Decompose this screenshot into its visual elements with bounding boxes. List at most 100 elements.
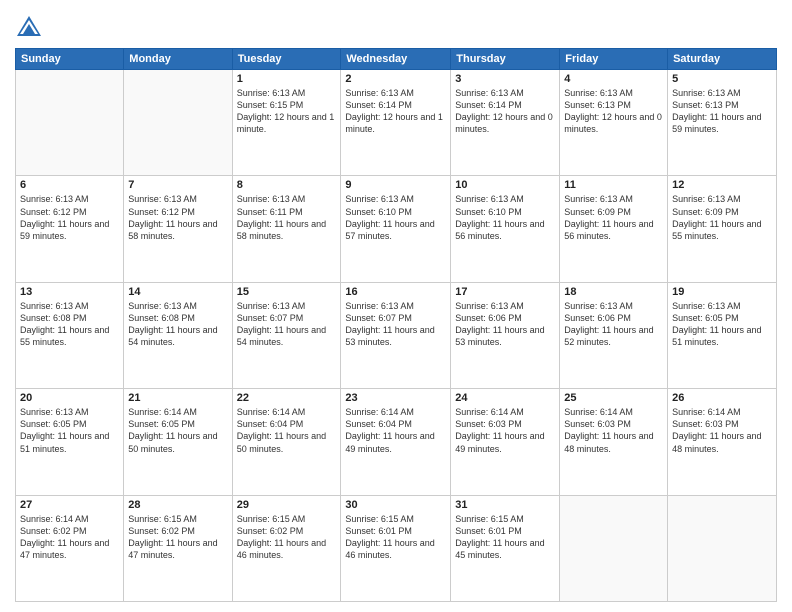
day-info: Sunrise: 6:13 AM Sunset: 6:05 PM Dayligh… xyxy=(672,300,772,349)
day-header-wednesday: Wednesday xyxy=(341,49,451,70)
day-number: 12 xyxy=(672,179,772,191)
day-number: 1 xyxy=(237,73,337,85)
calendar-cell: 2 Sunrise: 6:13 AM Sunset: 6:14 PM Daylig… xyxy=(341,70,451,176)
day-info: Sunrise: 6:15 AM Sunset: 6:02 PM Dayligh… xyxy=(237,513,337,562)
day-header-monday: Monday xyxy=(124,49,232,70)
day-number: 11 xyxy=(564,179,663,191)
day-info: Sunrise: 6:14 AM Sunset: 6:02 PM Dayligh… xyxy=(20,513,119,562)
day-number: 28 xyxy=(128,499,227,511)
calendar-cell: 4 Sunrise: 6:13 AM Sunset: 6:13 PM Daylig… xyxy=(560,70,668,176)
day-info: Sunrise: 6:13 AM Sunset: 6:06 PM Dayligh… xyxy=(564,300,663,349)
day-number: 13 xyxy=(20,286,119,298)
day-number: 9 xyxy=(345,179,446,191)
calendar-cell: 13 Sunrise: 6:13 AM Sunset: 6:08 PM Dayli… xyxy=(16,282,124,388)
day-number: 25 xyxy=(564,392,663,404)
day-number: 8 xyxy=(237,179,337,191)
calendar-cell xyxy=(560,495,668,601)
day-info: Sunrise: 6:14 AM Sunset: 6:04 PM Dayligh… xyxy=(237,406,337,455)
day-number: 29 xyxy=(237,499,337,511)
logo-icon xyxy=(15,14,43,42)
day-info: Sunrise: 6:13 AM Sunset: 6:10 PM Dayligh… xyxy=(345,193,446,242)
calendar-cell: 14 Sunrise: 6:13 AM Sunset: 6:08 PM Dayli… xyxy=(124,282,232,388)
calendar-cell: 8 Sunrise: 6:13 AM Sunset: 6:11 PM Daylig… xyxy=(232,176,341,282)
calendar-cell: 11 Sunrise: 6:13 AM Sunset: 6:09 PM Dayli… xyxy=(560,176,668,282)
day-number: 22 xyxy=(237,392,337,404)
day-number: 18 xyxy=(564,286,663,298)
day-info: Sunrise: 6:13 AM Sunset: 6:08 PM Dayligh… xyxy=(128,300,227,349)
day-info: Sunrise: 6:13 AM Sunset: 6:12 PM Dayligh… xyxy=(128,193,227,242)
day-number: 27 xyxy=(20,499,119,511)
day-info: Sunrise: 6:13 AM Sunset: 6:08 PM Dayligh… xyxy=(20,300,119,349)
calendar-cell: 19 Sunrise: 6:13 AM Sunset: 6:05 PM Dayli… xyxy=(668,282,777,388)
day-number: 31 xyxy=(455,499,555,511)
calendar-cell: 24 Sunrise: 6:14 AM Sunset: 6:03 PM Dayli… xyxy=(451,389,560,495)
day-number: 5 xyxy=(672,73,772,85)
calendar-cell: 10 Sunrise: 6:13 AM Sunset: 6:10 PM Dayli… xyxy=(451,176,560,282)
day-info: Sunrise: 6:13 AM Sunset: 6:15 PM Dayligh… xyxy=(237,87,337,136)
day-info: Sunrise: 6:13 AM Sunset: 6:05 PM Dayligh… xyxy=(20,406,119,455)
calendar-cell xyxy=(668,495,777,601)
calendar-cell: 12 Sunrise: 6:13 AM Sunset: 6:09 PM Dayli… xyxy=(668,176,777,282)
calendar-cell: 18 Sunrise: 6:13 AM Sunset: 6:06 PM Dayli… xyxy=(560,282,668,388)
day-number: 3 xyxy=(455,73,555,85)
calendar-cell: 30 Sunrise: 6:15 AM Sunset: 6:01 PM Dayli… xyxy=(341,495,451,601)
day-info: Sunrise: 6:13 AM Sunset: 6:10 PM Dayligh… xyxy=(455,193,555,242)
day-header-tuesday: Tuesday xyxy=(232,49,341,70)
calendar-cell: 5 Sunrise: 6:13 AM Sunset: 6:13 PM Daylig… xyxy=(668,70,777,176)
calendar-cell: 17 Sunrise: 6:13 AM Sunset: 6:06 PM Dayli… xyxy=(451,282,560,388)
day-info: Sunrise: 6:13 AM Sunset: 6:07 PM Dayligh… xyxy=(345,300,446,349)
day-info: Sunrise: 6:14 AM Sunset: 6:03 PM Dayligh… xyxy=(672,406,772,455)
day-info: Sunrise: 6:13 AM Sunset: 6:11 PM Dayligh… xyxy=(237,193,337,242)
day-header-thursday: Thursday xyxy=(451,49,560,70)
day-number: 17 xyxy=(455,286,555,298)
day-info: Sunrise: 6:14 AM Sunset: 6:04 PM Dayligh… xyxy=(345,406,446,455)
calendar-cell: 15 Sunrise: 6:13 AM Sunset: 6:07 PM Dayli… xyxy=(232,282,341,388)
page-header xyxy=(15,10,777,42)
day-number: 21 xyxy=(128,392,227,404)
calendar-cell: 16 Sunrise: 6:13 AM Sunset: 6:07 PM Dayli… xyxy=(341,282,451,388)
day-info: Sunrise: 6:14 AM Sunset: 6:05 PM Dayligh… xyxy=(128,406,227,455)
day-number: 20 xyxy=(20,392,119,404)
day-info: Sunrise: 6:13 AM Sunset: 6:09 PM Dayligh… xyxy=(672,193,772,242)
day-number: 7 xyxy=(128,179,227,191)
day-number: 4 xyxy=(564,73,663,85)
day-number: 19 xyxy=(672,286,772,298)
calendar-table: SundayMondayTuesdayWednesdayThursdayFrid… xyxy=(15,48,777,602)
day-info: Sunrise: 6:13 AM Sunset: 6:07 PM Dayligh… xyxy=(237,300,337,349)
calendar-cell xyxy=(124,70,232,176)
calendar-cell: 27 Sunrise: 6:14 AM Sunset: 6:02 PM Dayli… xyxy=(16,495,124,601)
calendar-cell: 26 Sunrise: 6:14 AM Sunset: 6:03 PM Dayli… xyxy=(668,389,777,495)
calendar-cell: 29 Sunrise: 6:15 AM Sunset: 6:02 PM Dayli… xyxy=(232,495,341,601)
day-header-friday: Friday xyxy=(560,49,668,70)
day-number: 14 xyxy=(128,286,227,298)
day-header-sunday: Sunday xyxy=(16,49,124,70)
logo xyxy=(15,14,47,42)
calendar-cell: 1 Sunrise: 6:13 AM Sunset: 6:15 PM Daylig… xyxy=(232,70,341,176)
day-number: 26 xyxy=(672,392,772,404)
calendar-cell: 6 Sunrise: 6:13 AM Sunset: 6:12 PM Daylig… xyxy=(16,176,124,282)
day-number: 30 xyxy=(345,499,446,511)
day-info: Sunrise: 6:13 AM Sunset: 6:14 PM Dayligh… xyxy=(455,87,555,136)
day-info: Sunrise: 6:13 AM Sunset: 6:12 PM Dayligh… xyxy=(20,193,119,242)
day-header-saturday: Saturday xyxy=(668,49,777,70)
day-info: Sunrise: 6:14 AM Sunset: 6:03 PM Dayligh… xyxy=(455,406,555,455)
calendar-cell: 20 Sunrise: 6:13 AM Sunset: 6:05 PM Dayli… xyxy=(16,389,124,495)
calendar-cell: 25Sunrise: 6:14 AM Sunset: 6:03 PM Dayli… xyxy=(560,389,668,495)
day-number: 6 xyxy=(20,179,119,191)
day-info: Sunrise: 6:13 AM Sunset: 6:13 PM Dayligh… xyxy=(564,87,663,136)
day-number: 2 xyxy=(345,73,446,85)
day-info: Sunrise: 6:13 AM Sunset: 6:06 PM Dayligh… xyxy=(455,300,555,349)
day-info: Sunrise: 6:15 AM Sunset: 6:01 PM Dayligh… xyxy=(345,513,446,562)
day-info: Sunrise: 6:13 AM Sunset: 6:14 PM Dayligh… xyxy=(345,87,446,136)
calendar-cell: 22 Sunrise: 6:14 AM Sunset: 6:04 PM Dayli… xyxy=(232,389,341,495)
day-info: Sunrise: 6:15 AM Sunset: 6:01 PM Dayligh… xyxy=(455,513,555,562)
day-number: 24 xyxy=(455,392,555,404)
day-number: 15 xyxy=(237,286,337,298)
calendar-cell: 3 Sunrise: 6:13 AM Sunset: 6:14 PM Daylig… xyxy=(451,70,560,176)
day-number: 23 xyxy=(345,392,446,404)
day-number: 16 xyxy=(345,286,446,298)
calendar-cell: 7 Sunrise: 6:13 AM Sunset: 6:12 PM Daylig… xyxy=(124,176,232,282)
day-number: 10 xyxy=(455,179,555,191)
day-info: Sunrise: 6:13 AM Sunset: 6:09 PM Dayligh… xyxy=(564,193,663,242)
day-info: Sunrise: 6:13 AM Sunset: 6:13 PM Dayligh… xyxy=(672,87,772,136)
